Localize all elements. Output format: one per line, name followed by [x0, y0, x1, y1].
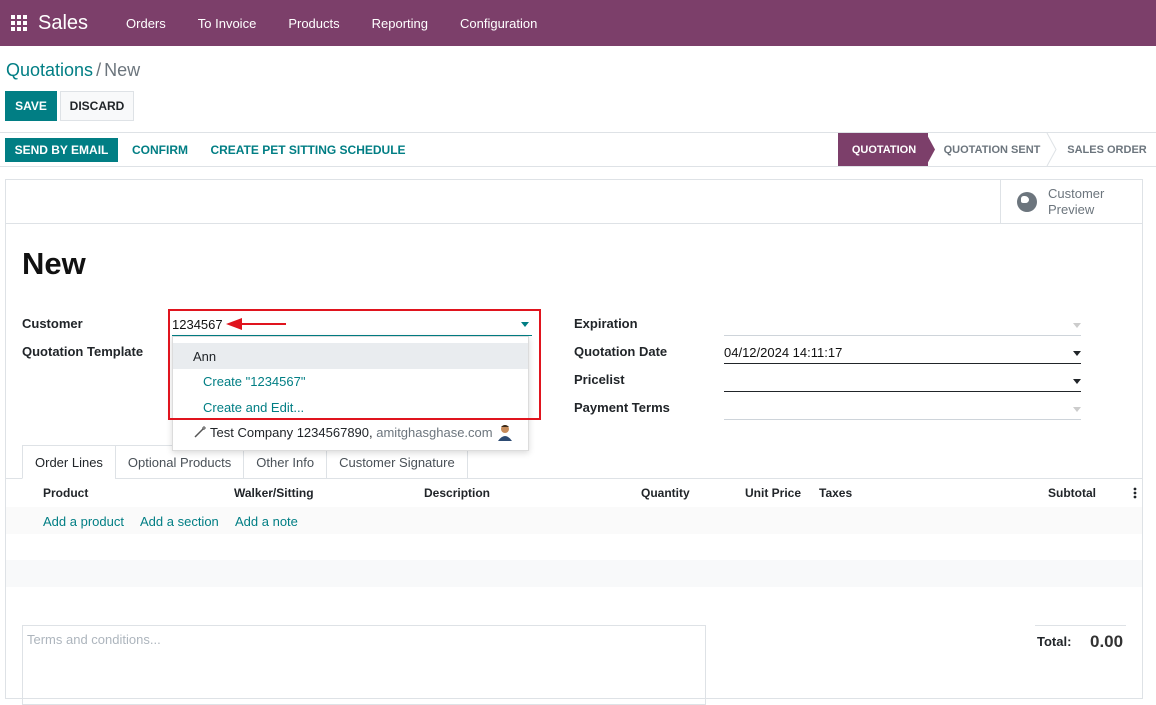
- main-menu: Orders To Invoice Products Reporting Con…: [110, 16, 553, 31]
- globe-icon: [1017, 191, 1037, 212]
- quotation-date-input[interactable]: 04/12/2024 14:11:17: [724, 345, 842, 360]
- pricelist-label: Pricelist: [574, 372, 625, 387]
- quotation-date-caret-icon[interactable]: [1073, 351, 1081, 356]
- payment-terms-caret-icon[interactable]: [1073, 407, 1081, 412]
- top-navbar: Sales Orders To Invoice Products Reporti…: [0, 0, 1156, 46]
- send-by-email-button[interactable]: SEND BY EMAIL: [5, 138, 118, 162]
- test-company-email: amitghasghase.com: [376, 424, 493, 440]
- quotation-date-label: Quotation Date: [574, 344, 668, 359]
- breadcrumb-separator: /: [96, 60, 102, 80]
- stage-sales-order[interactable]: SALES ORDER: [1060, 133, 1154, 166]
- stage-quotation-sent[interactable]: QUOTATION SENT: [936, 133, 1048, 166]
- menu-products[interactable]: Products: [272, 16, 355, 31]
- add-product-link[interactable]: Add a product: [43, 514, 124, 529]
- payment-terms-input[interactable]: [724, 419, 1081, 420]
- total-divider: [1035, 625, 1126, 626]
- customer-preview-button[interactable]: Customer Preview: [1000, 180, 1142, 223]
- stage-quotation[interactable]: QUOTATION: [840, 133, 928, 166]
- avatar: [497, 425, 512, 441]
- breadcrumb: Quotations / New: [6, 60, 140, 81]
- test-company-name: Test Company 1234567890,: [210, 424, 373, 440]
- discard-button[interactable]: DISCARD: [60, 91, 134, 121]
- menu-reporting[interactable]: Reporting: [356, 16, 444, 31]
- total-value: 0.00: [1090, 632, 1124, 651]
- col-taxes[interactable]: Taxes: [819, 486, 852, 500]
- total-label: Total:: [1037, 634, 1072, 649]
- menu-orders[interactable]: Orders: [110, 16, 182, 31]
- quotation-template-label: Quotation Template: [22, 344, 144, 359]
- col-quantity[interactable]: Quantity: [641, 486, 690, 500]
- customer-label: Customer: [22, 316, 83, 331]
- breadcrumb-quotations[interactable]: Quotations: [6, 60, 93, 80]
- col-subtotal[interactable]: Subtotal: [1048, 486, 1096, 500]
- breadcrumb-current: New: [104, 60, 141, 80]
- customer-preview-line1: Customer: [1048, 185, 1105, 201]
- optional-columns-icon[interactable]: [1133, 487, 1137, 499]
- app-name[interactable]: Sales: [38, 12, 88, 35]
- col-walker-sitting[interactable]: Walker/Sitting: [234, 486, 314, 500]
- pricelist-input[interactable]: [724, 391, 1081, 392]
- pricelist-caret-icon[interactable]: [1073, 379, 1081, 384]
- terms-placeholder: Terms and conditions...: [27, 632, 161, 647]
- customer-preview-line2: Preview: [1048, 201, 1095, 217]
- add-section-link[interactable]: Add a section: [140, 514, 219, 529]
- add-note-link[interactable]: Add a note: [235, 514, 298, 529]
- create-pet-sitting-schedule-button[interactable]: CREATE PET SITTING SCHEDULE: [204, 138, 412, 162]
- highlight-annotation-box: [168, 309, 541, 420]
- autocomplete-item-test-company[interactable]: Test Company 1234567890, amitghasghase.c…: [173, 419, 528, 445]
- save-button[interactable]: SAVE: [5, 91, 57, 121]
- expiration-label: Expiration: [574, 316, 638, 331]
- payment-terms-label: Payment Terms: [574, 400, 670, 415]
- status-bar: SEND BY EMAIL CONFIRM CREATE PET SITTING…: [0, 132, 1156, 167]
- expiration-caret-icon[interactable]: [1073, 323, 1081, 328]
- menu-to-invoice[interactable]: To Invoice: [182, 16, 273, 31]
- col-product[interactable]: Product: [43, 486, 88, 500]
- menu-configuration[interactable]: Configuration: [444, 16, 553, 31]
- record-title: New: [22, 246, 86, 281]
- tab-order-lines[interactable]: Order Lines: [22, 445, 116, 479]
- col-unit-price[interactable]: Unit Price: [745, 486, 801, 500]
- expiration-input[interactable]: [724, 335, 1081, 336]
- table-empty-row: [6, 560, 1142, 587]
- quotation-date-underline: [724, 363, 1081, 364]
- confirm-button[interactable]: CONFIRM: [126, 138, 194, 162]
- button-box: Customer Preview: [6, 180, 1142, 224]
- apps-menu-icon[interactable]: [5, 15, 33, 31]
- col-description[interactable]: Description: [424, 486, 490, 500]
- magic-wand-icon: [194, 426, 206, 438]
